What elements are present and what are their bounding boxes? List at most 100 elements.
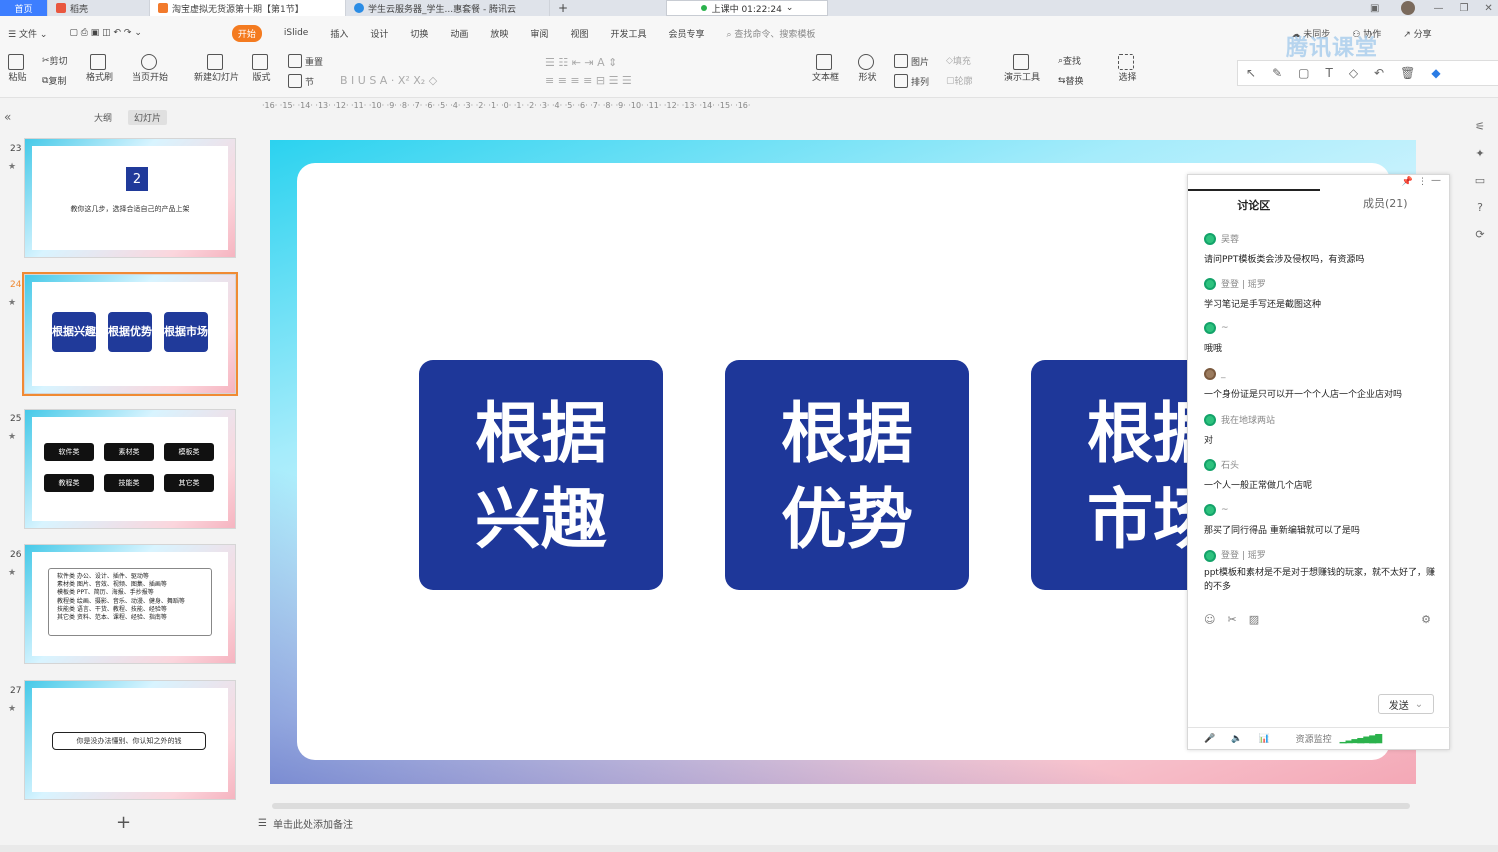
eraser-icon[interactable]: ◇ bbox=[1349, 66, 1358, 80]
command-search[interactable]: ⌕ 查找命令、搜索模板 bbox=[726, 27, 815, 40]
play-from-current-button[interactable]: 当页开始 bbox=[132, 54, 168, 83]
fill-button[interactable]: ◇ 填充 bbox=[946, 54, 971, 68]
help-icon[interactable]: ? bbox=[1477, 201, 1483, 214]
tab-home[interactable]: 首页 bbox=[0, 0, 48, 16]
collapse-panel-icon[interactable]: « bbox=[4, 110, 11, 124]
settings-icon[interactable]: ⚙ bbox=[1421, 613, 1431, 626]
menu-animation[interactable]: 动画 bbox=[450, 27, 468, 40]
user-avatar bbox=[1204, 413, 1216, 426]
avatar[interactable] bbox=[1401, 1, 1416, 15]
add-slide-button[interactable]: + bbox=[116, 812, 131, 833]
menu-design[interactable]: 设计 bbox=[370, 27, 388, 40]
copy-button[interactable]: ⧉ 复制 bbox=[42, 74, 66, 88]
find-button[interactable]: ⌕ 查找 bbox=[1058, 54, 1081, 68]
font-format-group[interactable]: B I U S A · X² X₂ ◇ bbox=[340, 74, 437, 87]
tab-tencent-cloud[interactable]: 学生云服务器_学生...惠套餐 - 腾讯云 bbox=[346, 0, 550, 16]
menu-home[interactable]: 开始 bbox=[231, 24, 262, 42]
tab-presentation[interactable]: 淘宝虚拟无货源第十期【第1节】 bbox=[150, 0, 346, 16]
new-slide-button[interactable]: 新建幻灯片 bbox=[194, 54, 239, 83]
horizontal-scrollbar[interactable] bbox=[272, 803, 1410, 809]
emoji-icon[interactable]: ☺ bbox=[1204, 613, 1215, 626]
chart-icon[interactable]: 📊 bbox=[1258, 734, 1269, 744]
presentation-tools-button[interactable]: 演示工具 bbox=[1004, 54, 1040, 83]
tab-slides[interactable]: 幻灯片 bbox=[128, 110, 168, 125]
comment-icon[interactable]: ▭ bbox=[1475, 174, 1485, 187]
menu-islide[interactable]: iSlide bbox=[284, 28, 308, 38]
chevron-down-icon: ⌄ bbox=[1414, 698, 1424, 710]
live-status-box[interactable]: 上课中 01:22:24 ⌄ bbox=[666, 0, 828, 16]
new-tab-button[interactable]: + bbox=[550, 0, 576, 16]
slide-thumbnail-23[interactable]: 2 教你这几步，选择合适自己的产品上架 bbox=[24, 138, 236, 258]
menu-file[interactable]: ☰ 文件 ⌄ bbox=[8, 27, 47, 40]
menu-member[interactable]: 会员专享 bbox=[668, 27, 704, 40]
restore-icon[interactable]: ❐ bbox=[1459, 3, 1468, 14]
slide-thumbnail-26[interactable]: 软件类 办公、设计、插件、驱动等 素材类 图片、音效、视频、图集、插画等 模板类… bbox=[24, 544, 236, 664]
minimize-icon[interactable]: — bbox=[1431, 175, 1441, 186]
section-button[interactable]: 节 bbox=[288, 74, 314, 88]
textbox-icon bbox=[816, 54, 832, 70]
pin-icon[interactable]: ✦ bbox=[1475, 147, 1484, 160]
shirt-icon[interactable]: ◆ bbox=[1431, 66, 1440, 80]
resource-monitor-label[interactable]: 资源监控 bbox=[1296, 732, 1332, 745]
rectangle-icon[interactable]: ▢ bbox=[1298, 66, 1309, 80]
slide-box-interest[interactable]: 根据 兴趣 bbox=[419, 360, 663, 590]
more-icon[interactable]: ⋮ bbox=[1418, 177, 1427, 187]
presenter-icon bbox=[1012, 54, 1029, 70]
minimize-icon[interactable]: — bbox=[1433, 3, 1443, 14]
menu-insert[interactable]: 插入 bbox=[330, 27, 348, 40]
arrange-button[interactable]: 排列 bbox=[894, 74, 929, 88]
tab-docer[interactable]: 稻壳 bbox=[48, 0, 150, 16]
paste-button[interactable]: 粘贴 bbox=[8, 54, 27, 83]
chat-input-tools: ☺ ✂ ▨ bbox=[1204, 613, 1271, 626]
chevron-down-icon: ⌄ bbox=[785, 3, 794, 13]
notes-area[interactable]: ☰ 单击此处添加备注 bbox=[258, 816, 353, 831]
select-button[interactable]: 选择 bbox=[1118, 54, 1137, 83]
format-painter-button[interactable]: 格式刷 bbox=[86, 54, 113, 83]
menu-developer[interactable]: 开发工具 bbox=[610, 27, 646, 40]
slide-thumbnail-24[interactable]: 根据兴趣 根据优势 根据市场 bbox=[22, 272, 238, 396]
chat-message: 我在地球两站对 bbox=[1204, 413, 1436, 446]
cut-button[interactable]: ✂ 剪切 bbox=[42, 54, 68, 68]
slide-thumbnail-27[interactable]: 你是没办法懂别、你认知之外的钱 bbox=[24, 680, 236, 800]
pin-icon[interactable]: 📌 bbox=[1402, 177, 1413, 187]
replace-button[interactable]: ⇆ 替换 bbox=[1058, 74, 1084, 88]
layout-button[interactable]: 版式 bbox=[252, 54, 271, 83]
undo-icon[interactable]: ↶ bbox=[1374, 66, 1384, 80]
badge-icon[interactable]: ▣ bbox=[1370, 3, 1379, 14]
tab-discussion[interactable]: 讨论区 bbox=[1188, 189, 1320, 219]
pointer-icon[interactable]: ↖ bbox=[1246, 66, 1256, 80]
microphone-icon[interactable]: 🎤 bbox=[1204, 734, 1215, 744]
share-button[interactable]: ↗ 分享 bbox=[1403, 27, 1431, 40]
sync-icon[interactable]: ⟳ bbox=[1475, 228, 1484, 241]
paragraph-group[interactable]: ☰ ☷ ⇤ ⇥ ꓮ ⇕ bbox=[545, 56, 617, 69]
tab-members[interactable]: 成员(21) bbox=[1320, 189, 1452, 219]
alignment-group[interactable]: ≡ ≡ ≡ ≡ ⊟ ☰ ☰ bbox=[545, 74, 632, 87]
chat-message: 登登 | 瑶罗 ppt模板和素材是不是对于想赚钱的玩家，就不太好了，赚的不多 bbox=[1204, 550, 1435, 592]
close-icon[interactable]: ✕ bbox=[1484, 3, 1492, 14]
brush-icon bbox=[90, 54, 106, 70]
sliders-icon[interactable]: ⚟ bbox=[1475, 120, 1485, 133]
trash-icon[interactable]: 🗑 bbox=[1400, 66, 1415, 80]
menu-slideshow[interactable]: 放映 bbox=[490, 27, 508, 40]
speaker-icon[interactable]: 🔈 bbox=[1231, 734, 1242, 744]
slide-thumbnail-25[interactable]: 软件类 素材类 模板类 教程类 技能类 其它类 bbox=[24, 409, 236, 529]
menu-transition[interactable]: 切换 bbox=[410, 27, 428, 40]
tab-outline[interactable]: 大纲 bbox=[88, 110, 118, 125]
picture-button[interactable]: 图片 bbox=[894, 54, 929, 68]
send-button[interactable]: 发送 ⌄ bbox=[1378, 694, 1434, 714]
image-icon[interactable]: ▨ bbox=[1249, 613, 1259, 626]
shape-button[interactable]: 形状 bbox=[858, 54, 877, 83]
user-avatar bbox=[1204, 550, 1216, 562]
slide-box-advantage[interactable]: 根据 优势 bbox=[725, 360, 969, 590]
star-icon: ★ bbox=[8, 704, 17, 714]
scissors-icon[interactable]: ✂ bbox=[1227, 613, 1236, 626]
docer-icon bbox=[56, 3, 66, 13]
textbox-button[interactable]: 文本框 bbox=[812, 54, 839, 83]
reset-button[interactable]: 重置 bbox=[288, 54, 323, 68]
pen-icon[interactable]: ✎ bbox=[1272, 66, 1282, 80]
outline-button[interactable]: ▢ 轮廓 bbox=[946, 74, 973, 88]
menu-review[interactable]: 审阅 bbox=[530, 27, 548, 40]
thumb-box: 根据优势 bbox=[108, 312, 152, 352]
menu-view[interactable]: 视图 bbox=[570, 27, 588, 40]
text-icon[interactable]: T bbox=[1325, 66, 1332, 80]
